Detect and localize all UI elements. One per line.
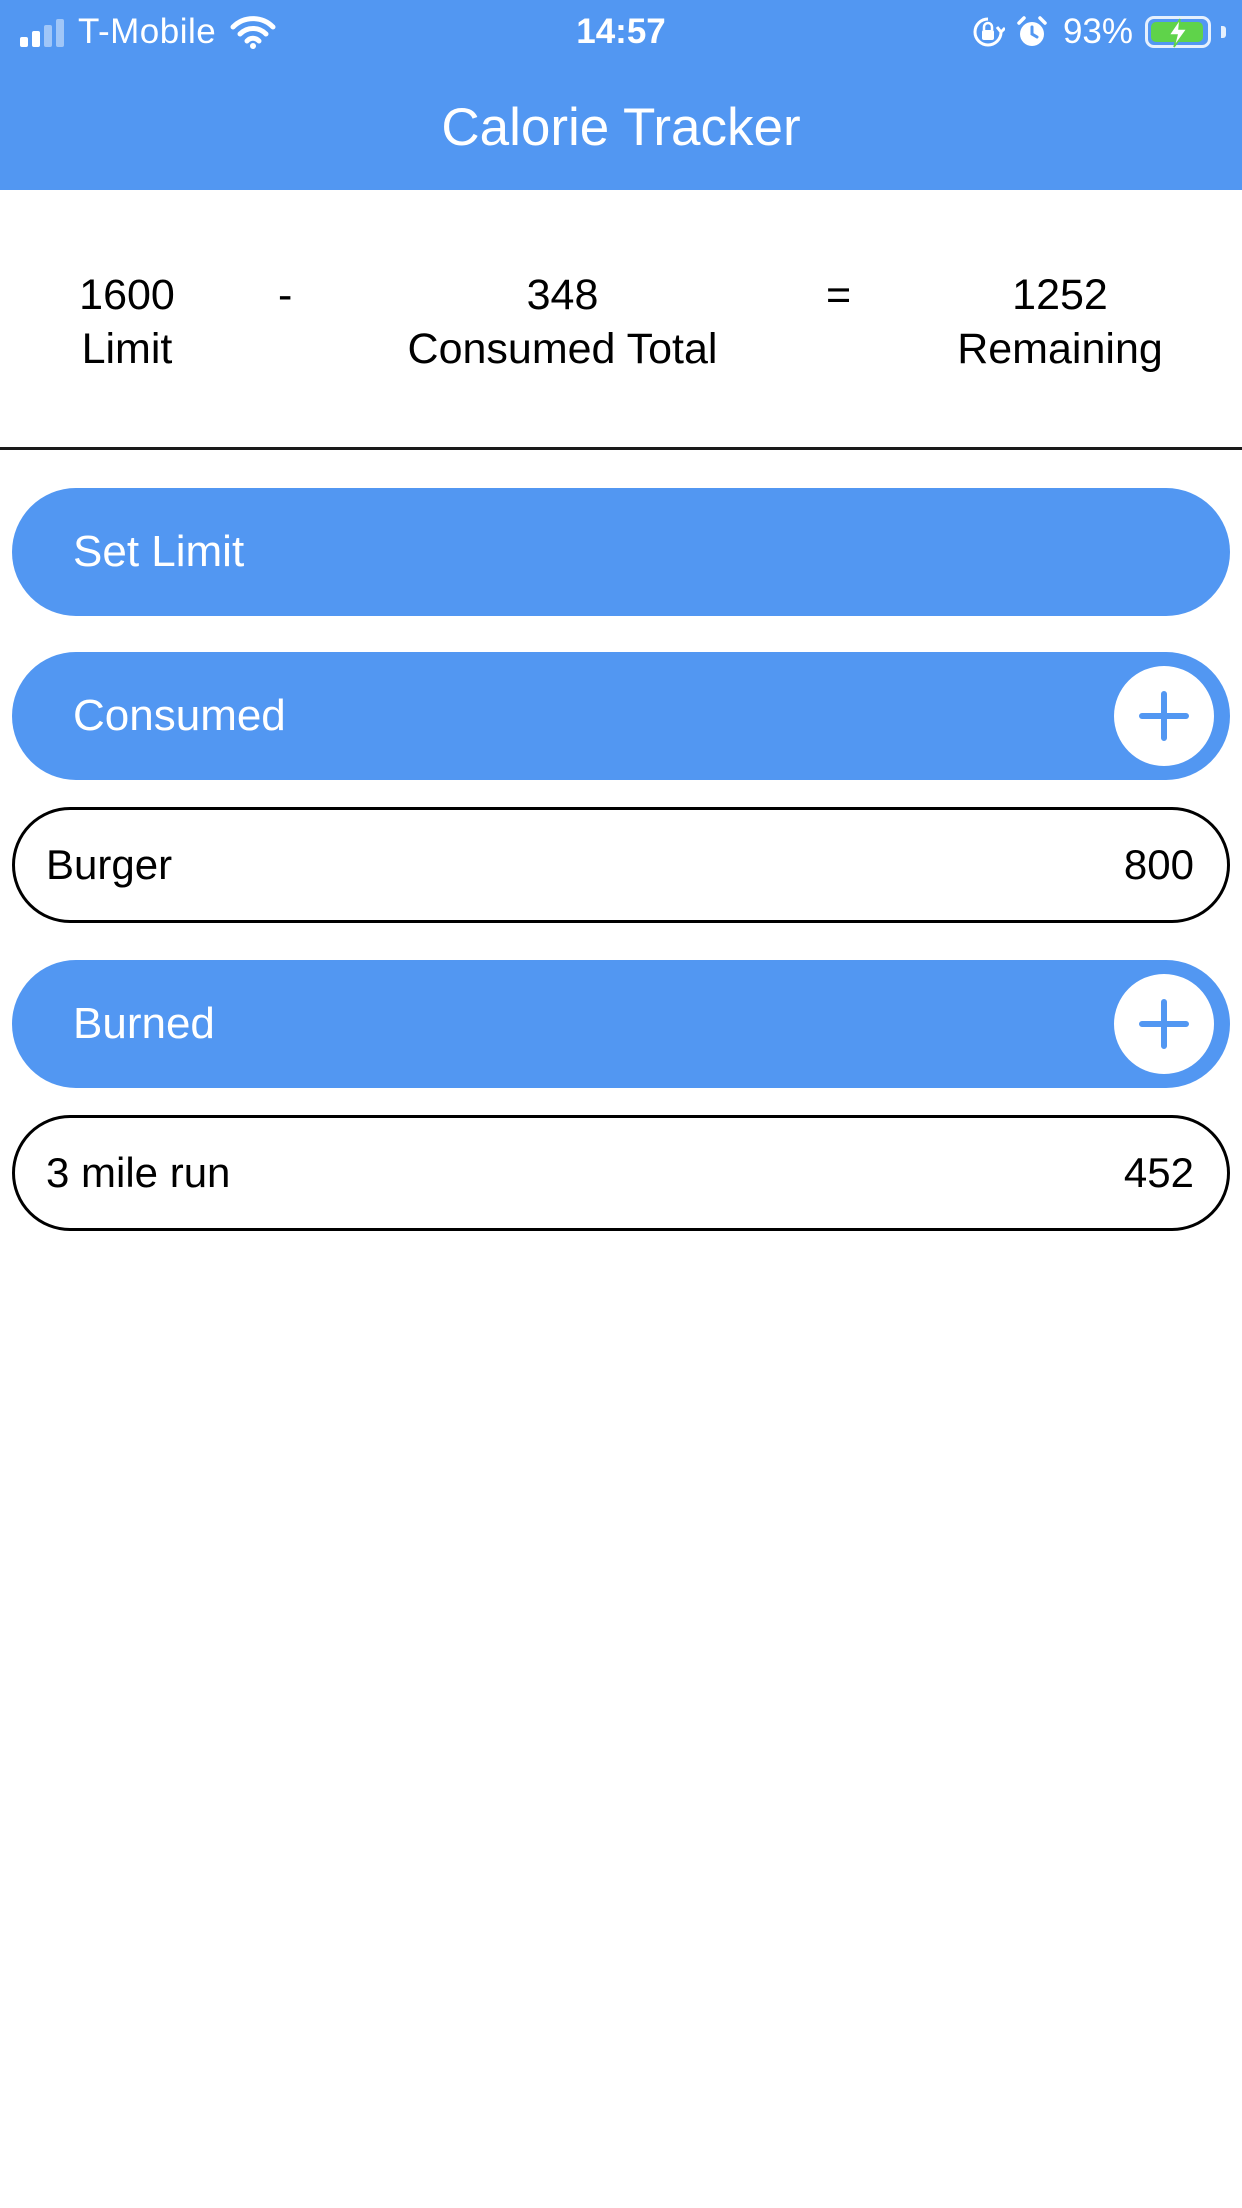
battery-cap [1221,26,1226,38]
calorie-summary: 1600 Limit - 348 Consumed Total = 1252 R… [0,190,1242,450]
burned-list-item[interactable]: 3 mile run 452 [12,1115,1230,1231]
minus-sign: - [278,271,293,319]
burned-section-label: Burned [73,999,215,1048]
burned-item-name: 3 mile run [46,1149,231,1196]
burned-section-header[interactable]: Burned [12,960,1230,1088]
consumed-section-header[interactable]: Consumed [12,652,1230,780]
plus-icon [1139,691,1189,741]
set-limit-label: Set Limit [73,527,245,576]
consumed-item-name: Burger [46,841,173,888]
consumed-item-calories: 800 [1123,841,1194,888]
calorie-tracker-app: T-Mobile 14:57 93% Calorie Tracker 1600 … [0,0,1242,2208]
add-consumed-button[interactable] [1114,666,1214,766]
plus-icon [1139,999,1189,1049]
battery-charging-icon [1145,16,1211,48]
orientation-lock-icon [973,17,1005,47]
consumed-list-item[interactable]: Burger 800 [12,807,1230,923]
consumed-summary: 348 Consumed Total [380,268,745,376]
add-burned-button[interactable] [1114,974,1214,1074]
status-right: 93% [971,10,1226,54]
remaining-value: 1252 [1012,271,1108,319]
header: T-Mobile 14:57 93% Calorie Tracker [0,0,1242,190]
consumed-total-label: Consumed Total [407,325,718,373]
remaining-summary: 1252 Remaining [940,268,1180,376]
remaining-label: Remaining [957,325,1163,373]
consumed-total-value: 348 [526,271,599,319]
equals-sign: = [826,271,852,319]
set-limit-button[interactable]: Set Limit [12,488,1230,616]
burned-item-calories: 452 [1123,1149,1194,1196]
consumed-section-label: Consumed [73,691,286,740]
limit-label: Limit [81,325,173,373]
limit-summary: 1600 Limit [47,268,207,376]
alarm-icon [1017,16,1047,46]
page-title: Calorie Tracker [441,98,801,157]
status-bar: T-Mobile 14:57 93% [0,0,1242,62]
limit-value: 1600 [79,271,175,319]
battery-percentage: 93% [1062,12,1133,51]
